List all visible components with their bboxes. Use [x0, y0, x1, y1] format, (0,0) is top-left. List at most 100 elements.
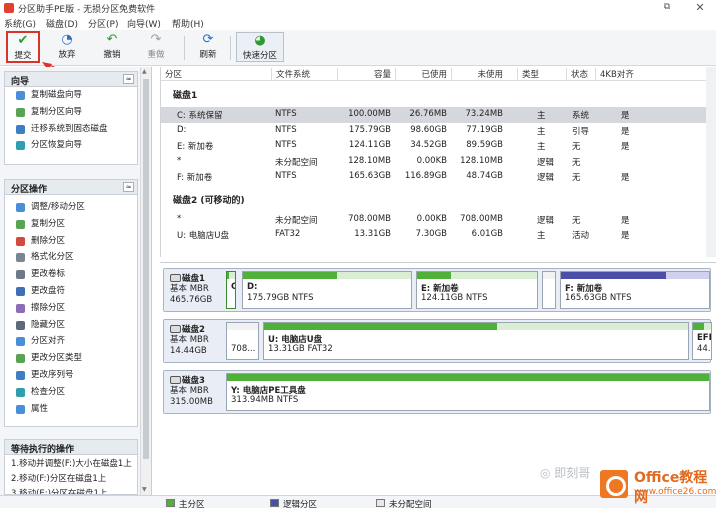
column-header[interactable]: 文件系统: [271, 68, 310, 80]
redo-icon: ↷: [150, 32, 162, 47]
pending-operation[interactable]: 3.移动(E:)分区在磁盘1上: [5, 487, 137, 494]
table-row[interactable]: E: 新加卷 NTFS 124.11GB 34.52GB 89.59GB 主 无 是: [161, 138, 716, 154]
partition-block[interactable]: U: 电脑店U盘 13.31GB FAT32: [263, 322, 689, 360]
legend-swatch: [166, 499, 175, 507]
discard-button[interactable]: ◔ 放弃: [52, 32, 82, 62]
table-cell-free: 6.01GB: [471, 229, 503, 239]
scrollbar-thumb[interactable]: [143, 79, 149, 459]
table-row[interactable]: U: 电脑店U盘 FAT32 13.31GB 7.30GB 6.01GB 主 活动 是: [161, 227, 716, 243]
partition-block[interactable]: D: 175.79GB NTFS: [242, 271, 412, 309]
disk-info: 磁盘2 基本 MBR 14.44GB: [164, 320, 220, 362]
column-header[interactable]: 状态: [566, 68, 588, 80]
sidebar-item-format[interactable]: 格式化分区: [5, 249, 137, 266]
scroll-up-icon[interactable]: ▲: [142, 68, 147, 75]
table-cell-capacity: 124.11GB: [348, 140, 391, 150]
legend-label: 主分区: [179, 500, 205, 508]
close-window-button[interactable]: ✕: [694, 1, 706, 14]
operations-panel-header[interactable]: 分区操作 ≈: [4, 179, 138, 195]
sidebar-item-label: 格式化分区: [31, 252, 74, 263]
sidebar-item-partition-recovery[interactable]: 分区恢复向导: [5, 137, 137, 154]
undo-button[interactable]: ↶ 撤销: [97, 32, 127, 62]
sidebar-item-delete[interactable]: 删除分区: [5, 233, 137, 250]
column-header[interactable]: 分区: [165, 68, 182, 80]
menu-system[interactable]: 系统(G): [4, 17, 36, 30]
table-cell-fs: FAT32: [275, 229, 301, 239]
table-cell-free: 73.24MB: [465, 109, 504, 119]
column-header[interactable]: 容量: [337, 68, 395, 80]
table-cell-type: 主: [537, 231, 546, 241]
sidebar-item-properties[interactable]: 属性: [5, 401, 137, 418]
menu-disk[interactable]: 磁盘(D): [46, 17, 78, 30]
wizard-panel-header[interactable]: 向导 ≈: [4, 71, 138, 87]
sidebar-item-copy[interactable]: 复制分区: [5, 216, 137, 233]
sidebar-item-hide[interactable]: 隐藏分区: [5, 317, 137, 334]
table-cell-type: 逻辑: [537, 215, 555, 226]
format-icon: [16, 253, 25, 263]
column-header[interactable]: 4KB对齐: [595, 68, 634, 80]
sidebar-item-label: 隐藏分区: [31, 319, 66, 330]
pending-operation[interactable]: 1.移动并调整(F:)大小在磁盘1上: [5, 457, 137, 472]
table-row[interactable]: C: 系统保留 NTFS 100.00MB 26.76MB 73.24MB 主 系统 是: [161, 107, 716, 123]
sidebar-item-change-letter[interactable]: 更改盘符: [5, 283, 137, 300]
disk-name: 磁盘2: [170, 323, 220, 335]
collapse-icon[interactable]: ≈: [123, 74, 134, 84]
disk-card[interactable]: 磁盘3 基本 MBR 315.00MB Y: 电脑店PE工具盘 313.94MB NTF…: [163, 370, 711, 414]
column-header[interactable]: 类型: [517, 68, 539, 80]
menu-wizard[interactable]: 向导(W): [127, 17, 161, 30]
partition-block[interactable]: Y: 电脑店PE工具盘 313.94MB NTFS: [226, 373, 710, 411]
sidebar-item-copy-partition[interactable]: 复制分区向导: [5, 104, 137, 121]
commit-button[interactable]: ✔ 提交: [6, 31, 40, 63]
partition-block[interactable]: 708...: [226, 322, 259, 360]
check-icon: ✔: [17, 33, 29, 48]
partition-block[interactable]: E: 新加卷 124.11GB NTFS: [416, 271, 538, 309]
partition-block[interactable]: F: 新加卷 165.63GB NTFS: [560, 271, 710, 309]
redo-button[interactable]: ↷ 重做: [141, 32, 171, 62]
disk-card[interactable]: 磁盘2 基本 MBR 14.44GB 708... U: 电脑店U盘 13.31GB FA…: [163, 319, 712, 363]
table-row[interactable]: * 未分配空间 708.00MB 0.00KB 708.00MB 逻辑 无 是: [161, 212, 716, 228]
table-cell-status: 无: [572, 215, 581, 226]
sidebar-scrollbar[interactable]: ▲ ▼: [140, 67, 151, 495]
usage-bar: [227, 323, 258, 330]
restore-window-button[interactable]: ⧉: [662, 2, 672, 12]
table-row[interactable]: D: NTFS 175.79GB 98.60GB 77.19GB 主 引导 是: [161, 123, 716, 139]
partition-block[interactable]: C: [226, 271, 236, 309]
table-header: 分区 文件系统 容量 已使用 未使用 类型 状态 4KB对齐: [161, 67, 716, 81]
resize-icon: [16, 203, 25, 212]
menu-partition[interactable]: 分区(P): [88, 17, 118, 30]
type-icon: [16, 354, 25, 364]
quick-partition-button[interactable]: ◕ 快速分区: [236, 32, 284, 62]
sidebar-item-label: 复制分区: [31, 218, 66, 229]
disk-heading: 磁盘2 (可移动的): [173, 195, 245, 206]
usage-fill: [264, 323, 498, 330]
sidebar-item-label: 更改序列号: [31, 369, 74, 380]
table-row[interactable]: F: 新加卷 NTFS 165.63GB 116.89GB 48.74GB 逻辑 无 是: [161, 169, 716, 185]
toolbar: ✔ 提交 ◔ 放弃 ↶ 撤销 ↷ 重做 ⟳ 刷新 ◕ 快速分区: [0, 30, 716, 66]
disk-card[interactable]: 磁盘1基本 MBR465.76GBCD:175.79GB NTFSE: 新加卷1…: [163, 268, 711, 312]
sidebar-footer: [0, 495, 160, 508]
sidebar-item-align[interactable]: 分区对齐: [5, 333, 137, 350]
column-header[interactable]: 未使用: [451, 68, 507, 80]
sidebar-item-resize-move[interactable]: 调整/移动分区: [5, 199, 137, 216]
column-header[interactable]: 已使用: [395, 68, 451, 80]
sidebar-item-change-type[interactable]: 更改分区类型: [5, 350, 137, 367]
scroll-down-icon[interactable]: ▼: [142, 486, 147, 493]
table-scrollbar[interactable]: [706, 67, 716, 257]
sidebar-item-change-serial[interactable]: 更改序列号: [5, 367, 137, 384]
pending-operation[interactable]: 2.移动(F:)分区在磁盘1上: [5, 472, 137, 487]
sidebar-item-copy-disk[interactable]: 复制磁盘向导: [5, 87, 137, 104]
collapse-icon[interactable]: ≈: [123, 182, 134, 192]
table-cell-align: 是: [621, 111, 630, 121]
label-icon: [16, 270, 25, 280]
partition-block[interactable]: EFI44...: [692, 322, 712, 360]
partition-block[interactable]: [542, 271, 556, 309]
table-row[interactable]: * 未分配空间 128.10MB 0.00KB 128.10MB 逻辑 无: [161, 154, 716, 170]
sidebar-item-migrate-ssd[interactable]: 迁移系统到固态磁盘: [5, 121, 137, 138]
sidebar-item-wipe[interactable]: 擦除分区: [5, 300, 137, 317]
sidebar-item-change-label[interactable]: 更改卷标: [5, 266, 137, 283]
menu-help[interactable]: 帮助(H): [172, 17, 204, 30]
refresh-button[interactable]: ⟳ 刷新: [193, 32, 223, 62]
legend-swatch: [270, 499, 279, 507]
table-cell-type: 主: [537, 126, 546, 137]
sidebar-item-label: 复制分区向导: [31, 106, 83, 117]
sidebar-item-check[interactable]: 检查分区: [5, 384, 137, 401]
